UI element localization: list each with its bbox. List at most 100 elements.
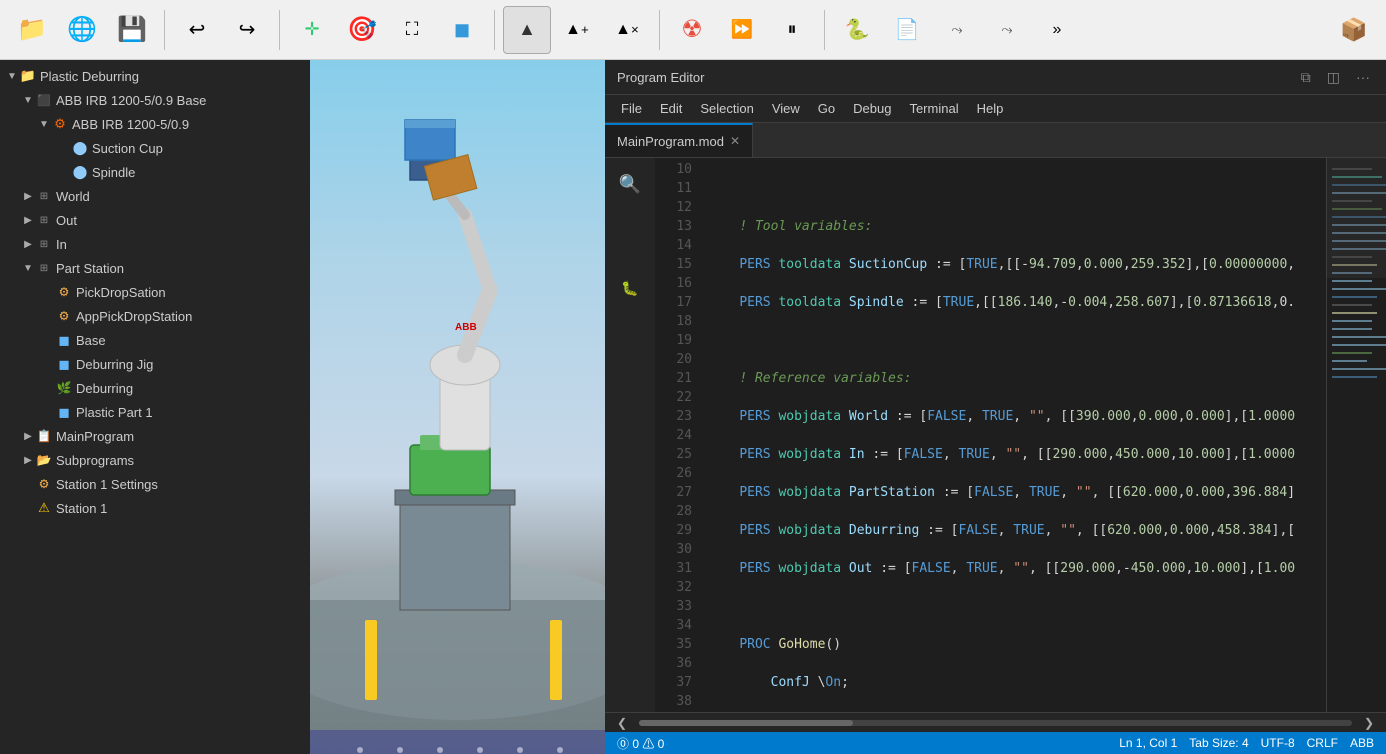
hazard-button[interactable]: ☢ [668,6,716,54]
globe-button[interactable]: 🌐 [58,6,106,54]
coord-icon: ⊞ [36,188,52,204]
tree-item-main-program[interactable]: ▶ 📋 MainProgram [0,424,310,448]
code-line-18: PERS wobjdata PartStation := [FALSE, TRU… [700,483,1326,502]
separator-4 [659,10,660,50]
tab-main-program[interactable]: MainProgram.mod ✕ [605,123,753,157]
main-program-icon: 📋 [36,428,52,444]
path1-button[interactable]: ⤳ [933,6,981,54]
code-content[interactable]: ! Tool variables: PERS tooldata SuctionC… [700,158,1326,712]
toolbar-tools-group: ✛ 🎯 ⛶ ◼ [288,6,486,54]
select3-button[interactable]: ▲× [603,6,651,54]
move-button[interactable]: ✛ [288,6,336,54]
save-button[interactable]: 💾 [108,6,156,54]
arrow-deburring: ▶ [40,383,56,394]
menu-selection[interactable]: Selection [692,99,761,118]
path2-button[interactable]: ⤳ [983,6,1031,54]
tree-item-part-station[interactable]: ▼ ⊞ Part Station [0,256,310,280]
tree-item-station-1[interactable]: ▶ ⚠ Station 1 [0,496,310,520]
cube-button[interactable]: ◼ [438,6,486,54]
code-line-19: PERS wobjdata Deburring := [FALSE, TRUE,… [700,521,1326,540]
pick-drop-icon: ⚙ [56,284,72,300]
out-coord-icon: ⊞ [36,212,52,228]
arrow-base: ▶ [40,335,56,346]
tree-item-deburring-jig[interactable]: ▶ ◼ Deburring Jig [0,352,310,376]
document-button[interactable]: 📄 [883,6,931,54]
redo-button[interactable]: ↪ [223,6,271,54]
station-settings-icon: ⚙ [36,476,52,492]
tree-item-spindle[interactable]: ▶ ⬤ Spindle [0,160,310,184]
subprograms-icon: 📂 [36,452,52,468]
tree-item-subprograms[interactable]: ▶ 📂 Subprograms [0,448,310,472]
base-icon: ◼ [56,332,72,348]
spindle-icon: ⬤ [72,164,88,180]
code-line-12: PERS tooldata SuctionCup := [TRUE,[[-94.… [700,255,1326,274]
tree-item-deburring[interactable]: ▶ 🌿 Deburring [0,376,310,400]
debug-icon[interactable]: 🐛 [612,270,648,306]
tree-item-plastic-deburring[interactable]: ▼ 📁 Plastic Deburring [0,64,310,88]
encoding: UTF-8 [1261,736,1295,750]
play-button[interactable]: ⏩ [718,6,766,54]
deburring-icon: 🌿 [56,380,72,396]
plastic-part-icon: ◼ [56,404,72,420]
layout-button[interactable]: ◫ [1323,67,1344,88]
menu-go[interactable]: Go [810,99,843,118]
arrow-part-station: ▼ [20,263,36,274]
status-bar: ⓪ 0 ⚠ 0 Ln 1, Col 1 Tab Size: 4 UTF-8 CR… [605,732,1386,754]
target-button[interactable]: 🎯 [338,6,386,54]
scroll-right-button[interactable]: ❯ [1360,714,1378,732]
arrow-app-pick: ▶ [40,311,56,322]
tree-item-world[interactable]: ▶ ⊞ World [0,184,310,208]
tree-item-suction-cup[interactable]: ▶ ⬤ Suction Cup [0,136,310,160]
tree-item-station-settings[interactable]: ▶ ⚙ Station 1 Settings [0,472,310,496]
menu-terminal[interactable]: Terminal [901,99,966,118]
menu-edit[interactable]: Edit [652,99,690,118]
tree-item-in[interactable]: ▶ ⊞ In [0,232,310,256]
scroll-left-button[interactable]: ❮ [613,714,631,732]
toolbar-edit-group: ↩ ↪ [173,6,271,54]
code-line-10 [700,179,1326,198]
menu-file[interactable]: File [613,99,650,118]
bottom-scrollbar[interactable]: ❮ ❯ [605,712,1386,732]
menu-view[interactable]: View [764,99,808,118]
more-options-button[interactable]: ··· [1352,67,1374,87]
pause-button[interactable]: ⏸ [768,6,816,54]
in-coord-icon: ⊞ [36,236,52,252]
tree-item-base[interactable]: ▶ ◼ Base [0,328,310,352]
tree-item-plastic-part[interactable]: ▶ ◼ Plastic Part 1 [0,400,310,424]
toolbar-sim-group: ☢ ⏩ ⏸ [668,6,816,54]
code-line-16: PERS wobjdata World := [FALSE, TRUE, "",… [700,407,1326,426]
code-line-23: ConfJ \On; [700,673,1326,692]
tree-item-abb-base[interactable]: ▼ ⬛ ABB IRB 1200-5/0.9 Base [0,88,310,112]
arrow-station-settings: ▶ [20,479,36,490]
arrow-subprograms: ▶ [20,455,36,466]
tree-item-abb-robot[interactable]: ▼ ⚙ ABB IRB 1200-5/0.9 [0,112,310,136]
select-button[interactable]: ▲ [503,6,551,54]
select2-button[interactable]: ▲+ [553,6,601,54]
horizontal-scrollbar[interactable] [639,720,1352,726]
menu-debug[interactable]: Debug [845,99,899,118]
code-line-13: PERS tooldata Spindle := [TRUE,[[186.140… [700,293,1326,312]
arrow-abb-robot: ▼ [36,119,52,130]
code-line-11: ! Tool variables: [700,217,1326,236]
tree-item-pick-drop[interactable]: ▶ ⚙ PickDropSation [0,280,310,304]
box-button[interactable]: 📦 [1330,6,1378,54]
arrow-abb-base: ▼ [20,95,36,106]
search-icon[interactable]: 🔍 [612,166,648,202]
arrow-station-1: ▶ [20,503,36,514]
arrow-out: ▶ [20,215,36,226]
split-editor-button[interactable]: ⧉ [1297,67,1315,88]
open-button[interactable]: 📁 [8,6,56,54]
arrow-suction: ▶ [56,143,72,154]
tab-close-icon[interactable]: ✕ [730,134,740,148]
separator-5 [824,10,825,50]
tab-size: Tab Size: 4 [1189,736,1248,750]
editor-titlebar: Program Editor ⧉ ◫ ··· [605,60,1386,95]
fit-button[interactable]: ⛶ [388,6,436,54]
python-button[interactable]: 🐍 [833,6,881,54]
tree-item-out[interactable]: ▶ ⊞ Out [0,208,310,232]
menu-help[interactable]: Help [969,99,1012,118]
tree-item-app-pick-drop[interactable]: ▶ ⚙ AppPickDropStation [0,304,310,328]
undo-button[interactable]: ↩ [173,6,221,54]
part-station-icon: ⊞ [36,260,52,276]
more-button[interactable]: » [1033,6,1081,54]
